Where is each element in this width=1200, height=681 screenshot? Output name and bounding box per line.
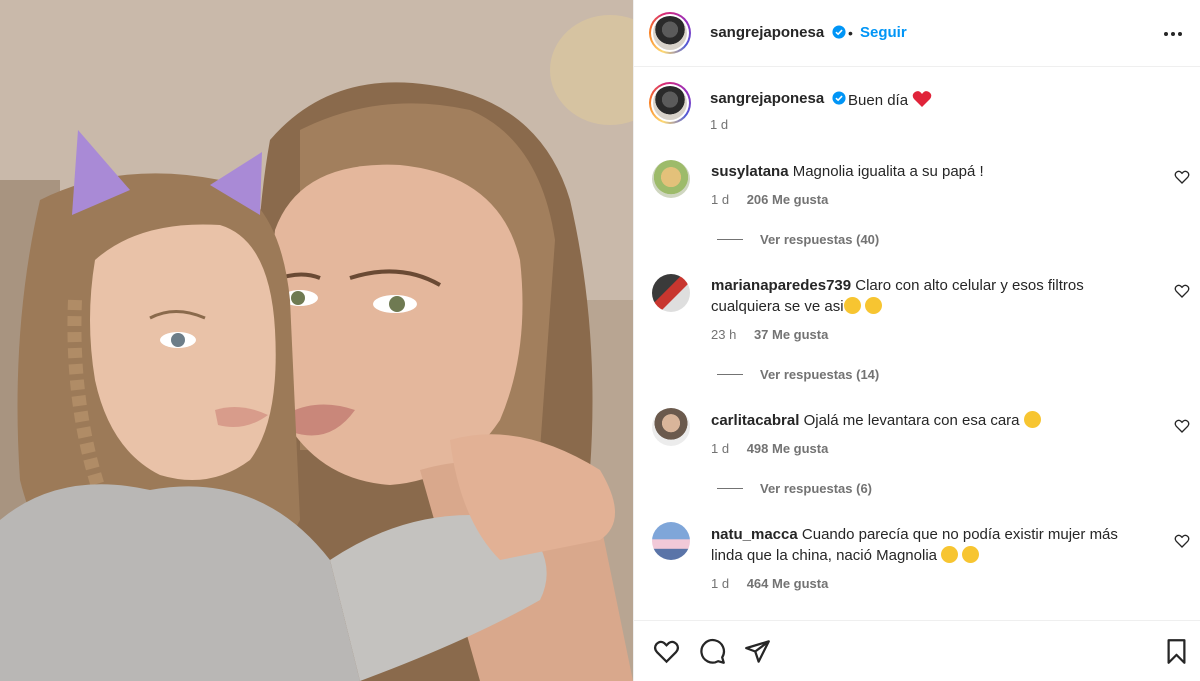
verified-badge-icon (832, 91, 846, 105)
commenter-username[interactable]: carlitacabral (711, 412, 799, 429)
post-header: sangrejaponesa • Seguir (634, 0, 1200, 67)
comment-like-heart-icon[interactable] (1174, 533, 1190, 549)
comment-text: susylatana Magnolia igualita a su papá ! (711, 161, 1151, 182)
replies-rule (717, 239, 743, 240)
comment-like-heart-icon[interactable] (1174, 169, 1190, 185)
caption-username[interactable]: sangrejaponesa (710, 90, 824, 107)
view-replies-button[interactable]: Ver respuestas (14) (717, 367, 879, 382)
comment-likes[interactable]: 37 Me gusta (754, 327, 828, 342)
post-side-panel: sangrejaponesa • Seguir sangrejaponesa B… (633, 0, 1200, 681)
view-replies-button[interactable]: Ver respuestas (6) (717, 481, 872, 496)
comment-body: Ojalá me levantara con esa cara (803, 412, 1020, 429)
heart-icon[interactable] (653, 638, 680, 665)
commenter-username[interactable]: susylatana (711, 163, 789, 180)
comment-time[interactable]: 1 d (711, 576, 729, 591)
author-username[interactable]: sangrejaponesa (710, 24, 824, 41)
comment-like-heart-icon[interactable] (1174, 283, 1190, 299)
laughing-emoji-icon (864, 297, 882, 314)
comment-meta: 1 d 206 Me gusta (711, 192, 828, 207)
commenter-username[interactable]: natu_macca (711, 526, 798, 543)
red-heart-emoji-icon (912, 91, 932, 107)
commenter-username[interactable]: marianaparedes739 (711, 277, 851, 294)
follow-button[interactable]: Seguir (860, 24, 907, 41)
comment-time[interactable]: 23 h (711, 327, 736, 342)
replies-rule (717, 374, 743, 375)
post-action-bar (634, 620, 1200, 681)
commenter-avatar[interactable] (652, 408, 690, 446)
comment-likes[interactable]: 206 Me gusta (747, 192, 829, 207)
view-replies-label[interactable]: Ver respuestas (14) (760, 367, 879, 382)
comment-text: marianaparedes739 Claro con alto celular… (711, 275, 1151, 317)
more-options-icon[interactable] (1161, 22, 1185, 46)
share-icon[interactable] (744, 638, 771, 665)
view-replies-label[interactable]: Ver respuestas (6) (760, 481, 872, 496)
bookmark-icon[interactable] (1163, 638, 1190, 665)
comment-icon[interactable] (699, 638, 726, 665)
comment-meta: 1 d 464 Me gusta (711, 576, 828, 591)
comment-text: carlitacabral Ojalá me levantara con esa… (711, 408, 1151, 431)
laughing-emoji-icon (843, 297, 861, 314)
comment-like-heart-icon[interactable] (1174, 418, 1190, 434)
author-avatar[interactable] (649, 12, 691, 54)
comment-text: natu_macca Cuando parecía que no podía e… (711, 524, 1151, 566)
separator-dot: • (848, 25, 853, 41)
caption-text: Buen día (848, 90, 932, 109)
selfie-illustration (0, 0, 633, 681)
comment-time[interactable]: 1 d (711, 192, 729, 207)
comment-meta: 1 d 498 Me gusta (711, 441, 828, 456)
view-replies-button[interactable]: Ver respuestas (40) (717, 232, 879, 247)
caption-timestamp[interactable]: 1 d (710, 117, 728, 132)
caption-body: Buen día (848, 92, 909, 109)
comment-body: Magnolia igualita a su papá ! (792, 163, 984, 180)
comment-likes[interactable]: 498 Me gusta (747, 441, 829, 456)
author-username-link[interactable]: sangrejaponesa (710, 24, 846, 41)
heart-eyes-emoji-icon (962, 546, 980, 563)
post-photo (0, 0, 633, 681)
comment-likes[interactable]: 464 Me gusta (747, 576, 829, 591)
comment-meta: 23 h 37 Me gusta (711, 327, 828, 342)
caption-username-link[interactable]: sangrejaponesa (710, 90, 846, 107)
commenter-avatar[interactable] (652, 274, 690, 312)
heart-eyes-emoji-icon (941, 546, 959, 563)
commenter-avatar[interactable] (652, 522, 690, 560)
verified-badge-icon (832, 25, 846, 39)
comment-time[interactable]: 1 d (711, 441, 729, 456)
rolling-laughing-emoji-icon (1020, 408, 1044, 431)
commenter-avatar[interactable] (652, 160, 690, 198)
view-replies-label[interactable]: Ver respuestas (40) (760, 232, 879, 247)
replies-rule (717, 488, 743, 489)
caption-author-avatar[interactable] (649, 82, 691, 124)
